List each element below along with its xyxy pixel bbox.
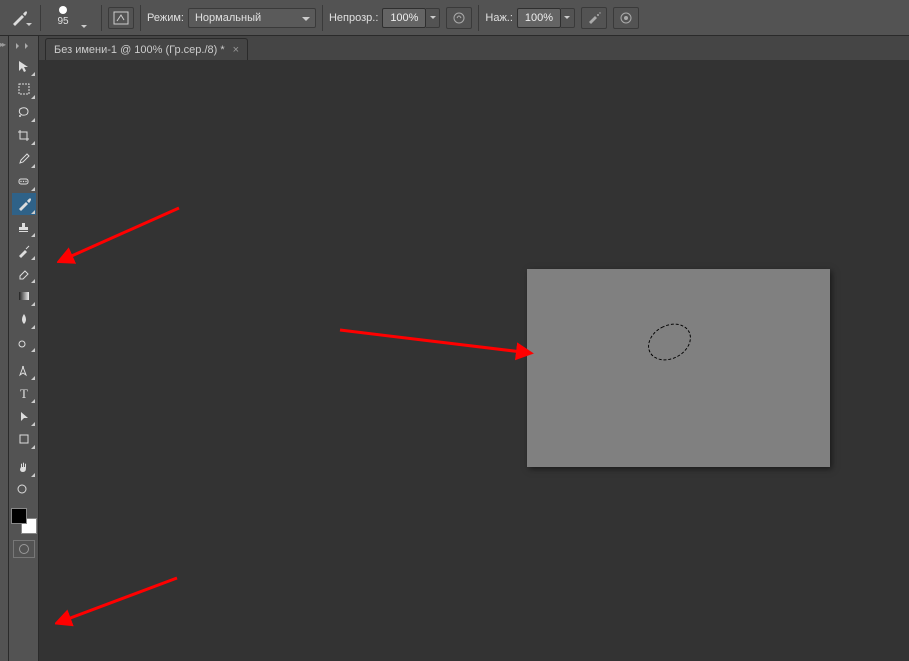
annotation-arrow: [334, 318, 534, 368]
zoom-tool[interactable]: [12, 479, 36, 501]
blend-mode-select[interactable]: Нормальный: [188, 8, 316, 28]
eraser-tool[interactable]: [12, 262, 36, 284]
tool-preset-picker[interactable]: [4, 5, 34, 31]
separator: [322, 5, 323, 31]
lasso-tool[interactable]: [12, 101, 36, 123]
separator: [101, 5, 102, 31]
separator: [140, 5, 141, 31]
pen-tool[interactable]: [12, 359, 36, 381]
path-select-tool[interactable]: [12, 405, 36, 427]
pressure-opacity-icon[interactable]: [446, 7, 472, 29]
mode-label: Режим:: [147, 12, 184, 24]
options-bar: 95 Режим: Нормальный Непрозр.: 100% Наж.…: [0, 0, 909, 36]
history-brush-tool[interactable]: [12, 239, 36, 261]
pressure-size-icon[interactable]: [613, 7, 639, 29]
quick-mask-toggle[interactable]: [13, 540, 35, 558]
annotation-arrow: [55, 570, 185, 630]
document-tab[interactable]: Без имени-1 @ 100% (Гр.сер./8) * ×: [45, 38, 248, 60]
separator: [478, 5, 479, 31]
workspace: [39, 60, 909, 661]
document-tab-title: Без имени-1 @ 100% (Гр.сер./8) *: [54, 44, 225, 56]
brush-size-label: 95: [57, 16, 68, 27]
opacity-input[interactable]: 100%: [382, 8, 426, 28]
blur-tool[interactable]: [12, 308, 36, 330]
document-tab-bar: Без имени-1 @ 100% (Гр.сер./8) * ×: [39, 36, 909, 60]
close-tab-icon[interactable]: ×: [233, 44, 239, 56]
hand-tool[interactable]: [12, 456, 36, 478]
shape-tool[interactable]: [12, 428, 36, 450]
type-tool[interactable]: T: [12, 382, 36, 404]
eyedropper-tool[interactable]: [12, 147, 36, 169]
crop-tool[interactable]: [12, 124, 36, 146]
toolbox-expand-handle[interactable]: [9, 40, 38, 52]
flow-input[interactable]: 100%: [517, 8, 561, 28]
brush-preset-picker[interactable]: 95: [47, 3, 79, 33]
brush-panel-toggle-icon[interactable]: [108, 7, 134, 29]
selection-marquee: [642, 316, 698, 367]
canvas[interactable]: [527, 269, 830, 467]
flow-dropdown[interactable]: [561, 8, 575, 28]
dodge-tool[interactable]: [12, 331, 36, 353]
flow-label: Наж.:: [485, 12, 513, 24]
brush-tool[interactable]: [12, 193, 36, 215]
blend-mode-value: Нормальный: [195, 12, 261, 24]
foreground-color-swatch[interactable]: [11, 508, 27, 524]
gradient-tool[interactable]: [12, 285, 36, 307]
stamp-tool[interactable]: [12, 216, 36, 238]
annotation-arrow: [57, 200, 187, 270]
panel-collapse-strip[interactable]: [0, 36, 9, 661]
svg-text:T: T: [20, 386, 28, 400]
move-tool[interactable]: [12, 55, 36, 77]
heal-tool[interactable]: [12, 170, 36, 192]
opacity-dropdown[interactable]: [426, 8, 440, 28]
marquee-tool[interactable]: [12, 78, 36, 100]
color-swatches[interactable]: [11, 508, 37, 534]
separator: [40, 5, 41, 31]
toolbox: T: [9, 36, 39, 661]
airbrush-icon[interactable]: [581, 7, 607, 29]
opacity-label: Непрозр.:: [329, 12, 378, 24]
